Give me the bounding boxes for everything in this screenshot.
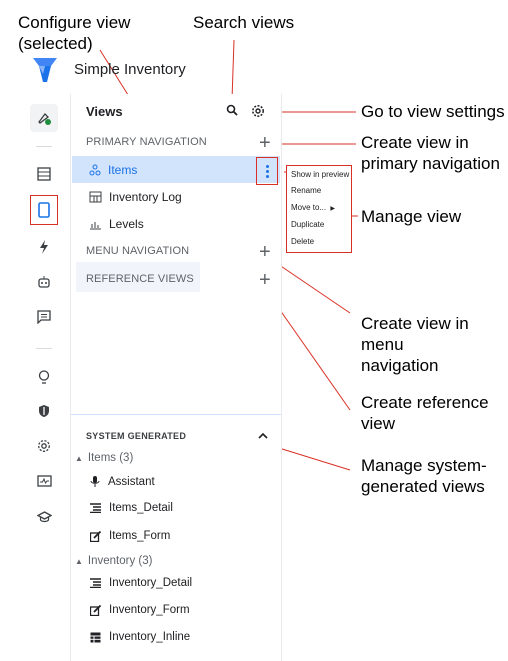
lightbulb-icon[interactable]	[31, 364, 57, 390]
view-settings-gear-icon[interactable]	[251, 104, 265, 118]
system-generated-divider	[71, 414, 281, 415]
detail-icon	[90, 503, 101, 513]
nav-item-levels[interactable]: Levels	[89, 217, 144, 231]
search-views-line	[231, 39, 235, 101]
menu-item-label: Move to...	[291, 203, 327, 212]
rocket-check-icon[interactable]	[30, 104, 58, 132]
manage-view-menu: Show in preview Rename Move to... ▶ Dupl…	[286, 165, 352, 253]
search-icon[interactable]	[226, 104, 238, 116]
primary-navigation-header: PRIMARY NAVIGATION	[86, 136, 207, 148]
generated-view-inventory-form[interactable]: Inventory_Form	[90, 604, 190, 616]
reference-views-header: REFERENCE VIEWS	[86, 273, 194, 285]
caret-up-icon: ▲	[75, 556, 83, 566]
menu-item-rename[interactable]: Rename	[291, 186, 321, 195]
menu-item-show-in-preview[interactable]: Show in preview	[291, 170, 349, 179]
hierarchy-icon	[89, 164, 101, 176]
deck-icon	[89, 191, 102, 203]
grid-table-icon	[90, 632, 101, 642]
table-icon[interactable]	[31, 161, 57, 187]
go-to-settings-annotation: Go to view settings	[361, 102, 505, 121]
shield-icon[interactable]	[31, 398, 57, 424]
manage-system-annotation: Manage system-generated views	[361, 456, 487, 496]
caret-right-icon: ▶	[330, 206, 335, 212]
generated-view-assistant[interactable]: Assistant	[90, 475, 155, 488]
generated-view-label: Inventory_Detail	[109, 577, 193, 589]
group-inventory[interactable]: ▲ Inventory (3)	[75, 555, 152, 567]
generated-view-label: Items_Form	[109, 530, 171, 542]
nav-item-label: Inventory Log	[109, 190, 182, 204]
edit-icon	[90, 604, 101, 616]
generated-view-items-form[interactable]: Items_Form	[90, 530, 170, 542]
phone-icon[interactable]	[30, 195, 58, 225]
chevron-up-icon[interactable]	[258, 432, 268, 439]
generated-view-label: Inventory_Form	[109, 604, 190, 616]
menu-item-delete[interactable]: Delete	[291, 237, 314, 246]
more-options-button[interactable]	[256, 157, 278, 185]
generated-view-label: Inventory_Inline	[109, 631, 191, 643]
create-reference-annotation: Create reference view	[361, 393, 489, 433]
generated-view-label: Items_Detail	[109, 502, 173, 514]
rail-divider	[36, 146, 52, 147]
nav-item-label: Levels	[109, 217, 144, 231]
microphone-icon	[90, 476, 100, 487]
rail-divider	[36, 348, 52, 349]
caret-up-icon: ▲	[75, 453, 83, 463]
nav-item-label: Items	[108, 163, 138, 177]
edit-icon	[90, 530, 101, 542]
chart-icon	[90, 221, 101, 229]
group-label: Inventory (3)	[87, 555, 153, 567]
add-reference-view-button[interactable]: +	[259, 270, 271, 290]
create-primary-annotation: Create view in primary navigation	[361, 133, 500, 173]
search-views-annotation: Search views	[193, 13, 295, 32]
add-primary-view-button[interactable]: +	[259, 133, 271, 153]
generated-view-inventory-detail[interactable]: Inventory_Detail	[90, 577, 192, 589]
generated-view-inventory-inline[interactable]: Inventory_Inline	[90, 631, 190, 643]
group-label: Items (3)	[87, 452, 134, 464]
views-title: Views	[86, 104, 123, 119]
detail-icon	[90, 578, 101, 588]
manage-view-annotation: Manage view	[361, 207, 462, 226]
generated-view-items-detail[interactable]: Items_Detail	[90, 502, 173, 514]
bolt-icon[interactable]	[31, 234, 57, 260]
left-rail	[20, 94, 71, 661]
nav-item-items-content: Items	[89, 163, 137, 177]
bot-icon[interactable]	[31, 269, 57, 295]
menu-item-move-to[interactable]: Move to... ▶	[291, 203, 335, 212]
create-menu-annotation: Create view in menu navigation	[361, 314, 469, 375]
generated-view-label: Assistant	[108, 475, 155, 488]
group-items[interactable]: ▲ Items (3)	[75, 452, 133, 464]
app-title: Simple Inventory	[74, 61, 186, 78]
configure-view-annotation: Configure view (selected)	[18, 13, 131, 53]
menu-item-duplicate[interactable]: Duplicate	[291, 220, 324, 229]
app-logo	[33, 58, 57, 82]
gear-icon[interactable]	[31, 433, 57, 459]
menu-navigation-header: MENU NAVIGATION	[86, 245, 190, 257]
monitor-icon[interactable]	[31, 468, 57, 494]
system-generated-header: SYSTEM GENERATED	[86, 431, 187, 441]
graduation-cap-icon[interactable]	[31, 504, 57, 530]
chat-icon[interactable]	[31, 304, 57, 330]
add-menu-view-button[interactable]: +	[259, 242, 271, 262]
nav-item-inventory-log[interactable]: Inventory Log	[89, 190, 182, 204]
